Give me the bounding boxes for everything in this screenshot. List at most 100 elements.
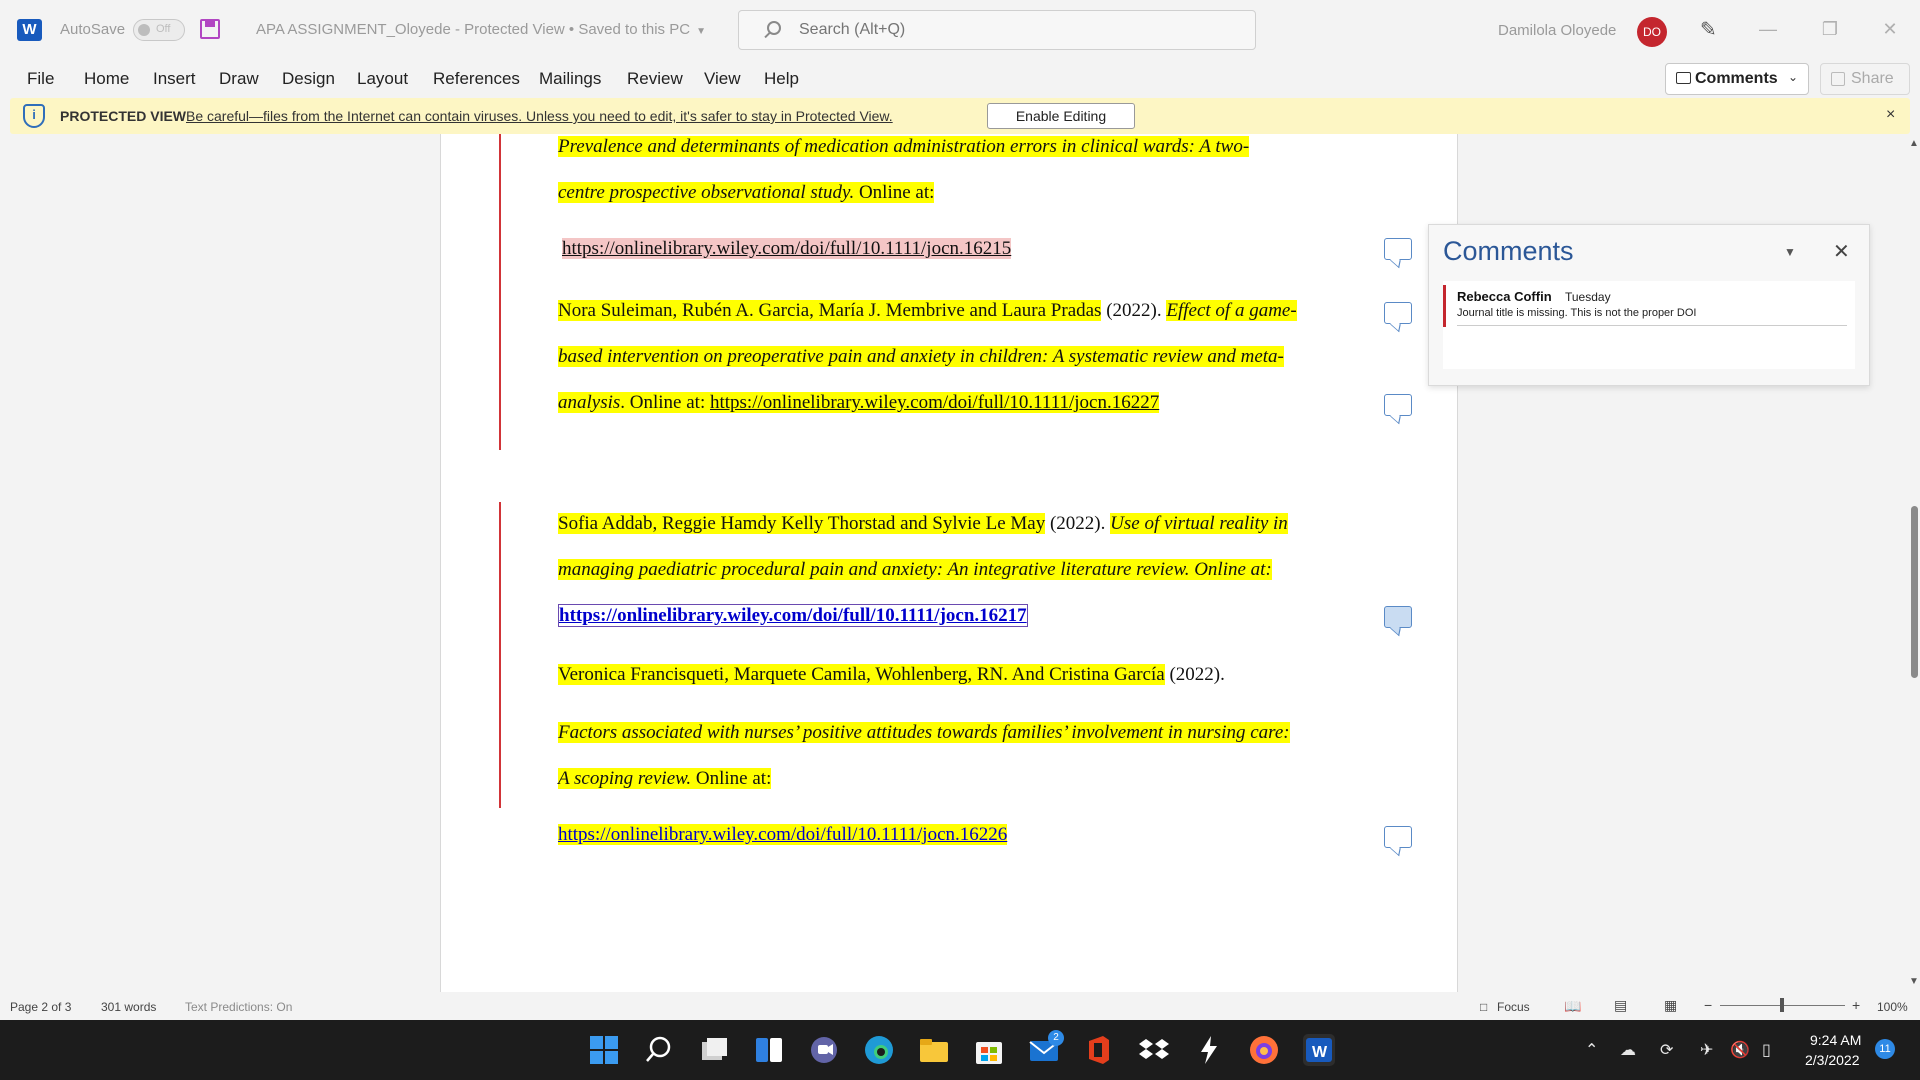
widgets-icon[interactable]: [753, 1034, 785, 1066]
firefox-glyph: [1250, 1036, 1278, 1064]
menu-insert[interactable]: Insert: [153, 69, 196, 89]
onedrive-cloud-icon[interactable]: ☁: [1620, 1040, 1636, 1060]
windows-logo: [590, 1036, 618, 1064]
restore-icon[interactable]: ❐: [1815, 14, 1845, 44]
comment-author: Rebecca Coffin: [1457, 289, 1552, 304]
zoom-in-icon[interactable]: +: [1852, 997, 1860, 1013]
close-icon[interactable]: ✕: [1833, 239, 1850, 264]
edge-glyph: [865, 1036, 893, 1064]
scroll-down-icon[interactable]: ▼: [1909, 976, 1919, 987]
menu-help[interactable]: Help: [764, 69, 799, 89]
search-input[interactable]: [799, 19, 1219, 41]
save-icon[interactable]: [200, 19, 220, 39]
comment-marker-icon[interactable]: [1384, 238, 1412, 260]
protected-view-message[interactable]: Be careful—files from the Internet can c…: [186, 108, 893, 124]
text-predictions-status[interactable]: Text Predictions: On: [185, 1000, 292, 1014]
reference-link: https://onlinelibrary.wiley.com/doi/full…: [562, 238, 1012, 260]
windows-start-icon[interactable]: [588, 1034, 620, 1066]
menu-review[interactable]: Review: [627, 69, 683, 89]
menu-file[interactable]: File: [27, 69, 54, 89]
divider: [1457, 325, 1847, 326]
comment-marker-icon[interactable]: [1384, 826, 1412, 848]
enable-editing-button[interactable]: Enable Editing: [987, 103, 1135, 129]
menu-home[interactable]: Home: [84, 69, 129, 89]
volume-muted-icon[interactable]: 🔇: [1730, 1040, 1750, 1060]
office-icon[interactable]: [1083, 1034, 1115, 1066]
doi-link[interactable]: https://onlinelibrary.wiley.com/doi/full…: [562, 238, 1012, 259]
share-button[interactable]: Share: [1820, 63, 1910, 95]
search-icon[interactable]: [643, 1034, 675, 1066]
battery-icon[interactable]: ▯: [1762, 1040, 1771, 1060]
menu-references[interactable]: References: [433, 69, 520, 89]
microsoft-store-icon[interactable]: [973, 1034, 1005, 1066]
print-layout-icon[interactable]: ▤: [1614, 997, 1627, 1014]
read-mode-icon[interactable]: 📖: [1564, 998, 1581, 1015]
lightning-glyph: [1201, 1036, 1217, 1064]
zoom-slider-thumb[interactable]: [1780, 998, 1784, 1012]
sync-icon[interactable]: ⟳: [1660, 1040, 1673, 1060]
pen-icon[interactable]: ✎: [1700, 17, 1724, 41]
comment-marker-icon[interactable]: [1384, 302, 1412, 324]
doi-link[interactable]: https://onlinelibrary.wiley.com/doi/full…: [709, 392, 1160, 413]
web-layout-icon[interactable]: ▦: [1664, 997, 1677, 1014]
menu-draw[interactable]: Draw: [219, 69, 259, 89]
comment-marker-icon[interactable]: [1384, 394, 1412, 416]
autosave-state: Off: [156, 23, 171, 35]
word-count[interactable]: 301 words: [101, 1000, 156, 1014]
menu-view[interactable]: View: [704, 69, 741, 89]
firefox-icon[interactable]: [1248, 1034, 1280, 1066]
reference-link: https://onlinelibrary.wiley.com/doi/full…: [558, 824, 1008, 846]
document-page[interactable]: Prevalence and determinants of medicatio…: [440, 134, 1458, 992]
clock-date[interactable]: 2/3/2022: [1805, 1052, 1860, 1068]
close-window-icon[interactable]: ✕: [1875, 14, 1905, 44]
word-logo-icon: W: [17, 19, 42, 41]
teams-chat-icon[interactable]: [808, 1034, 840, 1066]
scroll-up-icon[interactable]: ▲: [1909, 138, 1919, 149]
focus-icon[interactable]: □: [1480, 1000, 1487, 1014]
reference-line: Prevalence and determinants of medicatio…: [558, 136, 1250, 157]
doi-link[interactable]: https://onlinelibrary.wiley.com/doi/full…: [558, 604, 1028, 627]
magnifier-glyph: [646, 1036, 671, 1062]
comment-card[interactable]: Rebecca Coffin Tuesday Journal title is …: [1443, 281, 1855, 369]
edge-browser-icon[interactable]: [863, 1034, 895, 1066]
focus-label[interactable]: Focus: [1497, 1000, 1530, 1014]
word-taskbar-icon[interactable]: W: [1303, 1034, 1335, 1066]
dropbox-icon[interactable]: [1138, 1034, 1170, 1066]
notification-badge[interactable]: 11: [1875, 1039, 1895, 1059]
comments-button[interactable]: Comments ⌄: [1665, 63, 1809, 95]
page-count[interactable]: Page 2 of 3: [10, 1000, 71, 1014]
minimize-icon[interactable]: —: [1753, 14, 1783, 44]
task-view-icon[interactable]: [698, 1034, 730, 1066]
power-automate-icon[interactable]: [1193, 1034, 1225, 1066]
taskbar: 2 W ⌃ ☁ ⟳ ✈ 🔇 ▯ 9:24 AM 2/3/2022 11: [0, 1020, 1920, 1080]
widgets-glyph: [756, 1038, 782, 1062]
chevron-down-icon[interactable]: ▼: [1784, 245, 1796, 259]
protected-view-bar: i PROTECTED VIEW Be careful—files from t…: [10, 98, 1910, 134]
comment-text[interactable]: Journal title is missing. This is not th…: [1457, 307, 1696, 319]
close-icon[interactable]: ×: [1886, 106, 1895, 124]
avatar[interactable]: DO: [1637, 17, 1667, 47]
clock-time[interactable]: 9:24 AM: [1810, 1032, 1861, 1048]
reference-line: Nora Suleiman, Rubén A. Garcia, María J.…: [558, 300, 1297, 321]
share-icon: [1831, 72, 1845, 86]
vertical-scrollbar[interactable]: ▲ ▼: [1908, 134, 1920, 992]
comments-pane: Comments ▼ ✕ Rebecca Coffin Tuesday Jour…: [1428, 224, 1870, 386]
zoom-out-icon[interactable]: −: [1704, 997, 1712, 1013]
folder-glyph: [920, 1039, 948, 1062]
shield-info-icon: i: [23, 104, 45, 128]
zoom-level[interactable]: 100%: [1877, 1000, 1908, 1014]
menu-mailings[interactable]: Mailings: [539, 69, 601, 89]
mail-icon[interactable]: 2: [1028, 1030, 1064, 1066]
comment-marker-icon[interactable]: [1384, 606, 1412, 628]
doi-link[interactable]: https://onlinelibrary.wiley.com/doi/full…: [558, 824, 1008, 845]
search-box[interactable]: [738, 10, 1256, 50]
menu-layout[interactable]: Layout: [357, 69, 408, 89]
user-name[interactable]: Damilola Oloyede: [1498, 22, 1616, 39]
chevron-up-icon[interactable]: ⌃: [1585, 1040, 1598, 1060]
airplane-icon[interactable]: ✈: [1700, 1040, 1713, 1060]
file-explorer-icon[interactable]: [918, 1034, 950, 1066]
menu-design[interactable]: Design: [282, 69, 335, 89]
autosave-toggle[interactable]: Off: [133, 19, 185, 41]
document-title[interactable]: APA ASSIGNMENT_Oloyede - Protected View …: [256, 21, 706, 38]
scroll-thumb[interactable]: [1911, 506, 1918, 678]
